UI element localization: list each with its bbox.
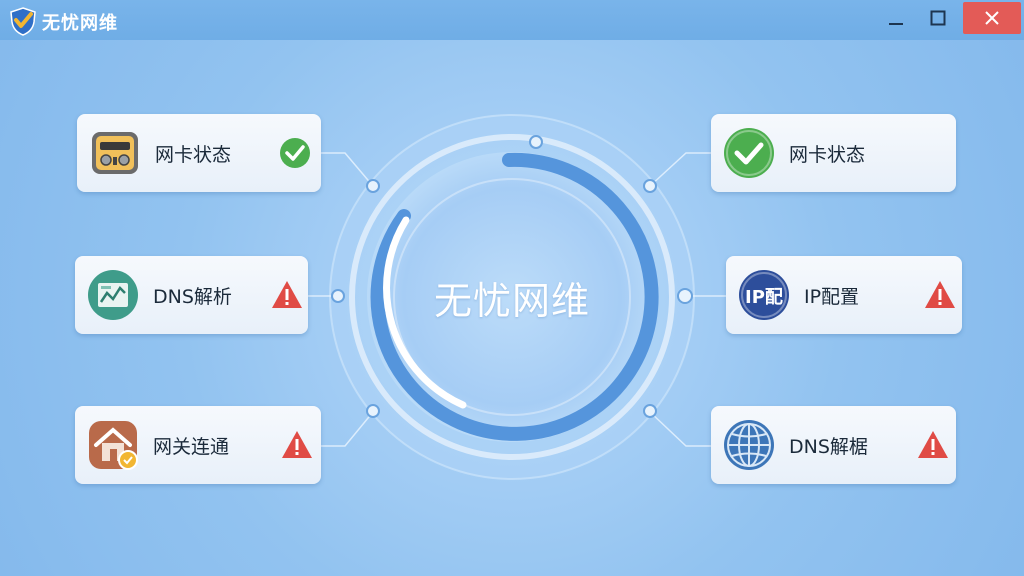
check-circle-icon — [723, 127, 775, 179]
item-label: 网卡状态 — [789, 143, 866, 166]
gateway-house-icon — [87, 419, 139, 471]
warning-status-icon — [918, 431, 948, 458]
item-card-gateway[interactable]: 网关连通 — [75, 406, 321, 484]
item-card-network-status-right[interactable]: 网卡状态 — [711, 114, 956, 192]
item-label: 网卡状态 — [155, 143, 232, 166]
item-label: DNS解析 — [153, 285, 232, 308]
item-card-dns-right[interactable]: DNS解椐 — [711, 406, 956, 484]
network-card-icon — [89, 127, 141, 179]
item-label: IP配置 — [804, 285, 860, 308]
globe-icon — [723, 419, 775, 471]
ip-config-icon: IP配 — [738, 269, 790, 321]
item-label: 网关连通 — [153, 435, 230, 458]
warning-status-icon — [925, 281, 955, 308]
app-window: 无忧网维 无忧网维 网卡状态 DNS解析 网关连通 网卡状态 IP配 IP配置 … — [0, 0, 1024, 576]
check-status-icon — [280, 138, 310, 168]
center-title: 无忧网维 — [433, 279, 590, 323]
dns-chart-icon — [87, 269, 139, 321]
item-card-ip-config[interactable]: IP配 IP配置 — [726, 256, 962, 334]
item-card-dns-resolve[interactable]: DNS解析 — [75, 256, 308, 334]
warning-status-icon — [282, 431, 312, 458]
item-card-network-status[interactable]: 网卡状态 — [77, 114, 321, 192]
ip-config-icon-text: IP配 — [745, 287, 783, 308]
item-label: DNS解椐 — [789, 435, 868, 458]
warning-status-icon — [272, 281, 302, 308]
